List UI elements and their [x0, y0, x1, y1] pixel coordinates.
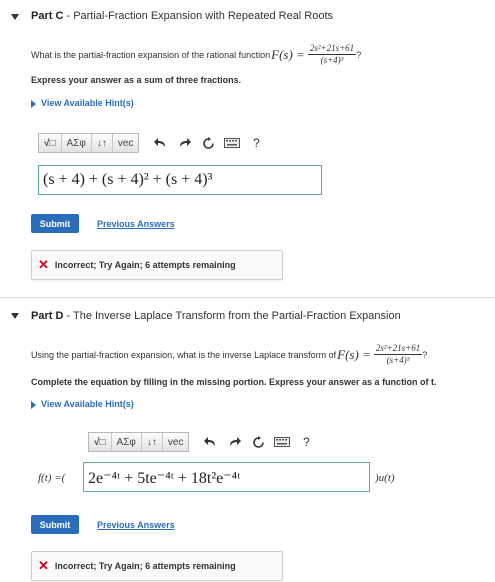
- redo-icon[interactable]: [223, 433, 245, 451]
- part-d-hint-link[interactable]: View Available Hint(s): [31, 399, 134, 409]
- part-c-header[interactable]: Part C - Partial-Fraction Expansion with…: [31, 10, 333, 22]
- reset-icon[interactable]: [247, 433, 269, 451]
- part-d-math-toolbar: √□ ΑΣφ ↓↑ vec ?: [88, 432, 317, 452]
- part-c-answer-input[interactable]: (s + 4) + (s + 4)² + (s + 4)³: [38, 165, 322, 195]
- collapse-triangle-icon[interactable]: [11, 313, 19, 319]
- redo-icon[interactable]: [173, 134, 195, 152]
- part-d-previous-answers-link[interactable]: Previous Answers: [97, 520, 175, 530]
- incorrect-x-icon: ✕: [38, 257, 49, 272]
- keyboard-icon[interactable]: [271, 433, 293, 451]
- part-c-hint-link[interactable]: View Available Hint(s): [31, 98, 134, 108]
- part-c-label: Part C: [31, 10, 64, 22]
- part-c-feedback-box: ✕ Incorrect; Try Again; 6 attempts remai…: [31, 250, 283, 280]
- math-template-group: √□ ΑΣφ ↓↑ vec: [38, 133, 140, 153]
- function-lhs: F(s) =: [337, 346, 371, 362]
- part-d-answer-input[interactable]: 2e⁻⁴ᵗ + 5te⁻⁴ᵗ + 18t²e⁻⁴ᵗ: [83, 462, 370, 492]
- expand-arrow-icon: [31, 99, 36, 108]
- sqrt-template-button[interactable]: √□: [89, 433, 112, 451]
- part-c-submit-button[interactable]: Submit: [31, 214, 79, 233]
- collapse-triangle-icon[interactable]: [11, 14, 19, 20]
- greek-symbols-button[interactable]: ΑΣφ: [112, 433, 142, 451]
- help-icon[interactable]: ?: [295, 433, 317, 451]
- rational-function-fraction: 2s²+21s+61 (s+4)³: [307, 43, 357, 65]
- part-d-instruction: Complete the equation by filling in the …: [31, 377, 437, 387]
- reset-icon[interactable]: [197, 134, 219, 152]
- part-c-question: What is the partial-fraction expansion o…: [31, 43, 362, 65]
- undo-icon[interactable]: [199, 433, 221, 451]
- undo-icon[interactable]: [149, 134, 171, 152]
- part-d-title: The Inverse Laplace Transform from the P…: [72, 310, 401, 322]
- part-c-title: Partial-Fraction Expansion with Repeated…: [73, 10, 334, 22]
- part-c-previous-answers-link[interactable]: Previous Answers: [97, 219, 175, 229]
- part-d-header[interactable]: Part D - The Inverse Laplace Transform f…: [31, 310, 401, 322]
- part-c-answer-value: (s + 4) + (s + 4)² + (s + 4)³: [43, 171, 213, 188]
- part-c-math-toolbar: √□ ΑΣφ ↓↑ vec ?: [38, 133, 267, 153]
- greek-symbols-button[interactable]: ΑΣφ: [62, 134, 92, 152]
- part-c-feedback-text: Incorrect; Try Again; 6 attempts remaini…: [54, 260, 236, 270]
- expand-arrow-icon: [31, 400, 36, 409]
- keyboard-icon[interactable]: [221, 134, 243, 152]
- section-divider: [0, 297, 495, 298]
- help-icon[interactable]: ?: [245, 134, 267, 152]
- part-d-equation-suffix: )u(t): [375, 472, 395, 484]
- rational-function-fraction: 2s²+21s+61 (s+4)³: [373, 343, 423, 365]
- vec-button[interactable]: vec: [163, 433, 189, 451]
- arrows-button[interactable]: ↓↑: [142, 433, 163, 451]
- part-c-instruction: Express your answer as a sum of three fr…: [31, 75, 242, 85]
- part-d-feedback-text: Incorrect; Try Again; 6 attempts remaini…: [54, 561, 236, 571]
- part-d-feedback-box: ✕ Incorrect; Try Again; 6 attempts remai…: [31, 551, 283, 581]
- incorrect-x-icon: ✕: [38, 558, 49, 573]
- part-d-question: Using the partial-fraction expansion, wh…: [31, 343, 428, 365]
- function-lhs: F(s) =: [271, 46, 305, 62]
- vec-button[interactable]: vec: [113, 134, 139, 152]
- math-template-group: √□ ΑΣφ ↓↑ vec: [88, 432, 190, 452]
- part-d-answer-value: 2e⁻⁴ᵗ + 5te⁻⁴ᵗ + 18t²e⁻⁴ᵗ: [88, 470, 241, 487]
- part-d-label: Part D: [31, 310, 64, 322]
- sqrt-template-button[interactable]: √□: [39, 134, 62, 152]
- part-d-equation-prefix: f(t) =(: [38, 472, 66, 484]
- arrows-button[interactable]: ↓↑: [92, 134, 113, 152]
- part-d-submit-button[interactable]: Submit: [31, 515, 79, 534]
